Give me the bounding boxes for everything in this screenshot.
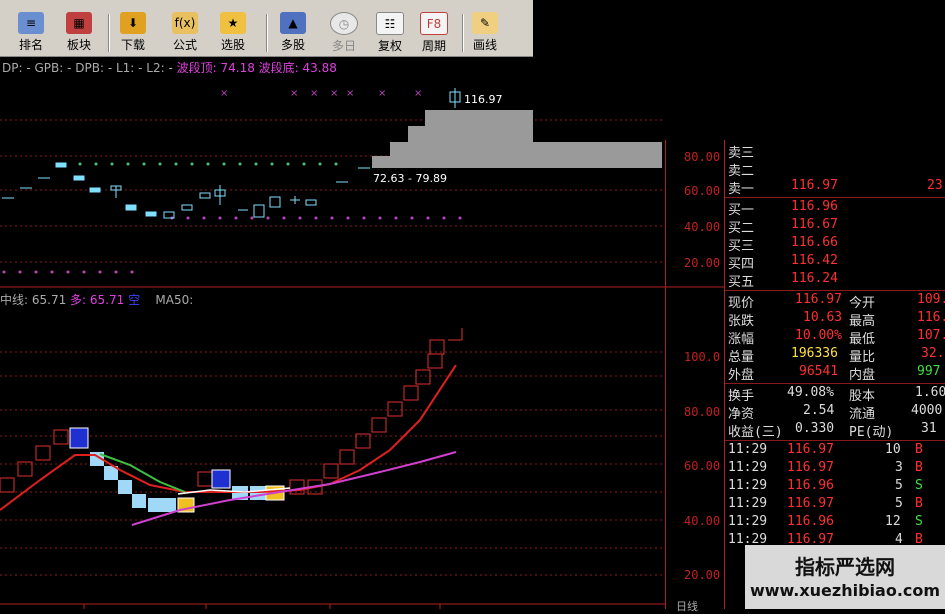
draw-line-icon: ✎ — [472, 12, 498, 34]
mid-indicator-line: 中线: 65.71 多: 65.71 空 MA50: — [0, 291, 193, 308]
ranking-button[interactable]: ≡ 排名 — [18, 12, 44, 54]
svg-text:×: × — [330, 88, 338, 99]
download-button[interactable]: ⬇ 下载 — [120, 12, 146, 54]
tick-row: 11:29 116.97 3 B — [728, 460, 923, 475]
formula-icon: f(x) — [172, 12, 198, 34]
order-row-buy5[interactable]: 买五 116.24 — [725, 271, 945, 290]
stock-select-button[interactable]: ★ 选股 — [220, 12, 246, 54]
y-tick: 40.00 — [684, 514, 721, 528]
stat-row: 换手 49.08% 股本 1.60 — [728, 385, 945, 404]
adjust-icon: ☷ — [376, 12, 404, 35]
stat-row: 涨幅10.00%最低107. — [728, 328, 945, 347]
divider — [725, 290, 945, 291]
tick-row: 11:29 116.96 12 S — [728, 514, 923, 529]
watermark: 指标严选网 www.xuezhibiao.com — [745, 545, 945, 609]
tick-row: 11:29 116.97 10 B — [728, 442, 923, 457]
stat-row: 现价116.97今开109. — [728, 292, 945, 311]
multi-day-button[interactable]: ◷ 多日 — [330, 12, 358, 54]
tick-row: 11:29 116.97 5 B — [728, 496, 923, 511]
sector-icon: ▦ — [66, 12, 92, 34]
svg-text:×: × — [414, 88, 422, 99]
stat-row: 总量 196336 量比 32. — [728, 346, 945, 365]
stat-row: 净资 2.54 流通 4000 — [728, 403, 943, 422]
y-tick: 80.00 — [684, 405, 721, 419]
download-icon: ⬇ — [120, 12, 146, 34]
svg-text:×: × — [290, 88, 298, 99]
watermark-url: www.xuezhibiao.com — [749, 581, 941, 600]
menu-bar — [0, 0, 533, 10]
draw-line-button[interactable]: ✎ 画线 — [472, 12, 498, 54]
magenta-dots — [2, 216, 462, 274]
svg-text:×: × — [346, 88, 354, 99]
clock-icon: ◷ — [330, 12, 358, 35]
y-tick: 60.00 — [684, 184, 721, 198]
long-label: 多: 65.71 — [70, 293, 125, 307]
order-row-sell2[interactable]: 卖二 — [725, 160, 945, 179]
toolbar-separator — [266, 14, 268, 52]
stat-row: 收益(三) 0.330 PE(动) 31 — [728, 421, 937, 440]
tick-row: 11:29 116.96 5 S — [728, 478, 923, 493]
period-button[interactable]: F8 周期 — [420, 12, 448, 54]
divider — [725, 440, 945, 441]
ma50-label: MA50: — [155, 293, 194, 307]
range-label: 72.63 - 79.89 — [373, 172, 447, 185]
order-row-buy2[interactable]: 买二 116.67 — [725, 217, 945, 236]
order-row-sell3[interactable]: 卖三 — [725, 142, 945, 161]
mid-line-label: 中线: 65.71 — [0, 293, 67, 307]
y-tick: 100.0 — [684, 350, 721, 364]
svg-text:×: × — [378, 88, 386, 99]
toolbar-separator — [108, 14, 110, 52]
toolbar-separator — [462, 14, 464, 52]
divider — [725, 383, 945, 384]
multi-stock-icon: ▲ — [280, 12, 306, 34]
y-tick: 20.00 — [684, 256, 721, 270]
main-toolbar: ≡ 排名 ▦ 板块 ⬇ 下载 f(x) 公式 ★ 选股 ▲ 多股 ◷ 多日 ☷ … — [0, 0, 533, 57]
volume-profile — [372, 110, 662, 168]
empty-label: 空 — [128, 293, 141, 307]
blue-blocks — [69, 427, 285, 513]
stat-row: 外盘 96541 内盘 997 — [728, 364, 941, 383]
order-row-sell1[interactable]: 卖一 116.97 23 — [725, 178, 945, 197]
svg-text:×: × — [310, 88, 318, 99]
adjust-button[interactable]: ☷ 复权 — [376, 12, 404, 54]
y-tick: 20.00 — [684, 568, 721, 582]
y-tick: 60.00 — [684, 459, 721, 473]
x-axis-ticks — [0, 603, 665, 609]
axis-divider — [665, 140, 666, 609]
period-icon: F8 — [420, 12, 448, 35]
peak-label: 116.97 — [464, 93, 503, 106]
sector-button[interactable]: ▦ 板块 — [66, 12, 92, 54]
watermark-title: 指标严选网 — [795, 555, 895, 579]
ranking-icon: ≡ — [18, 12, 44, 34]
multi-stock-button[interactable]: ▲ 多股 — [280, 12, 306, 54]
divider — [725, 197, 945, 198]
quote-panel: 卖三 卖二 卖一 116.97 23 买一 116.96 买二 116.67 买三 116… — [725, 140, 945, 609]
formula-button[interactable]: f(x) 公式 — [172, 12, 198, 54]
top-markers: × × × × × × × — [220, 88, 422, 99]
magenta-ma50-line — [131, 451, 457, 526]
y-tick: 40.00 — [684, 220, 721, 234]
order-row-buy4[interactable]: 买四 116.42 — [725, 253, 945, 272]
order-row-buy3[interactable]: 买三 116.66 — [725, 235, 945, 254]
stat-row: 张跌10.63最高116. — [728, 310, 945, 329]
y-tick: 80.00 — [684, 150, 721, 164]
stock-select-icon: ★ — [220, 12, 246, 34]
order-row-buy1[interactable]: 买一 116.96 — [725, 199, 945, 218]
green-dots — [78, 162, 338, 166]
period-label: 日线 — [676, 600, 698, 613]
svg-text:×: × — [220, 88, 228, 99]
